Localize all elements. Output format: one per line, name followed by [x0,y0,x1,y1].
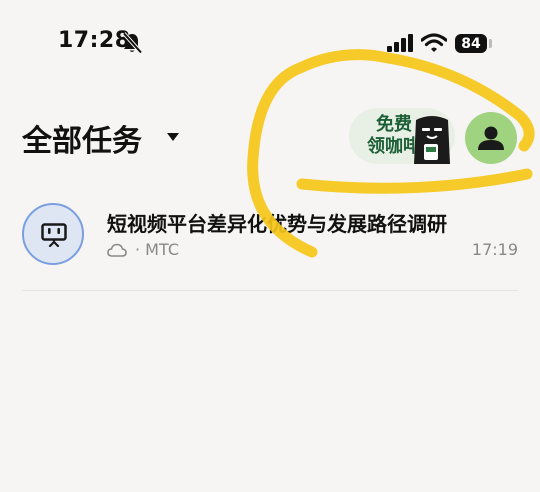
coffee-mascot-icon [414,116,450,164]
presentation-board-icon [41,223,67,247]
screen: 17:28 84 全部任务 免费 领咖啡 短视频平台差异化优势与发展路径调研 ·… [0,0,540,492]
status-time: 17:28 [58,28,131,53]
task-list-item[interactable]: 短视频平台差异化优势与发展路径调研 · MTC 17:19 [0,196,540,276]
battery-icon: 84 [455,34,487,53]
caret-down-icon[interactable] [166,132,180,142]
task-time: 17:19 [471,240,518,259]
cloud-icon [107,243,127,257]
task-meta: · MTC [107,240,179,259]
task-title: 短视频平台差异化优势与发展路径调研 [107,212,447,236]
divider [22,290,518,291]
status-bar: 17:28 84 [0,0,540,88]
page-title[interactable]: 全部任务 [22,116,142,160]
task-icon-badge [22,203,84,265]
avatar[interactable] [465,112,517,164]
wifi-icon [421,33,447,52]
task-source: · MTC [135,240,179,259]
battery-level: 84 [461,35,481,52]
cellular-signal-icon [387,34,413,52]
battery-tip [489,39,492,48]
bell-slash-icon [122,32,142,54]
user-icon [478,126,504,150]
